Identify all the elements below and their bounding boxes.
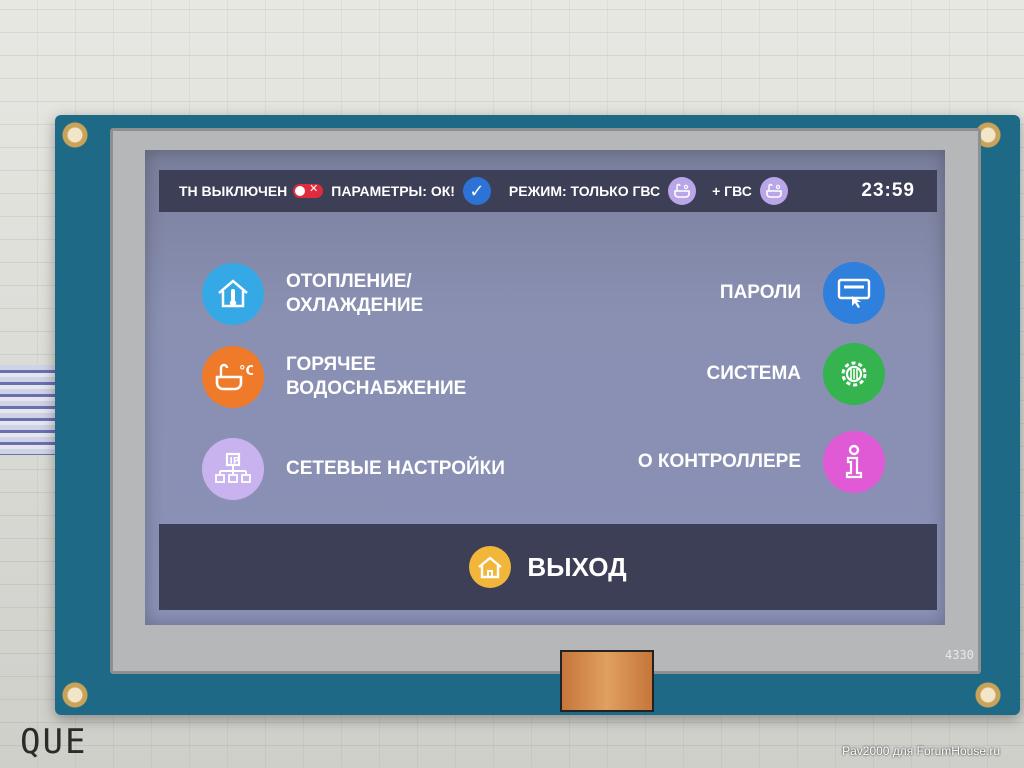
mounting-hole <box>973 680 1003 710</box>
lcd-screen: ТН ВЫКЛЮЧЕН ✕ ПАРАМЕТРЫ: ОК! ✓ РЕЖИМ: ТО… <box>145 150 945 625</box>
bath-temperature-icon: °C <box>202 346 264 408</box>
network-ip-icon: IP <box>202 438 264 500</box>
menu-hot-water[interactable]: °C ГОРЯЧЕЕ ВОДОСНАБЖЕНИЕ <box>202 346 466 408</box>
exit-button[interactable]: ВЫХОД <box>159 524 937 610</box>
menu-hot-water-label: ГОРЯЧЕЕ ВОДОСНАБЖЕНИЕ <box>286 354 467 399</box>
dhw-status: + ГВС <box>712 183 752 199</box>
svg-text:IP: IP <box>230 457 240 467</box>
mounting-hole <box>60 680 90 710</box>
bath-temperature-icon <box>759 177 788 205</box>
menu-system-label: СИСТЕМА <box>706 363 801 384</box>
flex-connector <box>560 650 654 712</box>
svg-text:°C: °C <box>239 364 253 379</box>
params-status: ПАРАМЕТРЫ: ОК! <box>331 183 455 199</box>
menu-about-label: О КОНТРОЛЛЕРЕ <box>637 451 801 472</box>
clock: 23:59 <box>861 180 915 201</box>
mode-status: РЕЖИМ: ТОЛЬКО ГВС <box>508 183 661 199</box>
heat-pump-status: ТН ВЫКЛЮЧЕН <box>179 183 288 199</box>
menu-heating-label: ОТОПЛЕНИЕ/ ОХЛАЖДЕНИЕ <box>286 271 424 316</box>
photo-credit: Pav2000 для ForumHouse.ru <box>842 744 1000 758</box>
bath-temperature-icon <box>668 177 697 205</box>
close-icon: ✕ <box>309 182 319 195</box>
menu-about[interactable]: О КОНТРОЛЛЕРЕ <box>638 431 885 493</box>
schematic-label: QUE <box>20 722 88 762</box>
home-exit-icon <box>469 546 512 588</box>
status-bar: ТН ВЫКЛЮЧЕН ✕ ПАРАМЕТРЫ: ОК! ✓ РЕЖИМ: ТО… <box>159 170 937 212</box>
heat-pump-toggle[interactable]: ✕ <box>293 182 324 198</box>
menu-system[interactable]: СИСТЕМА <box>707 343 885 405</box>
menu-passwords-label: ПАРОЛИ <box>719 282 801 303</box>
password-card-icon <box>823 262 885 324</box>
exit-label: ВЫХОД <box>527 551 627 582</box>
menu-network-label: СЕТЕВЫЕ НАСТРОЙКИ <box>286 458 505 479</box>
menu-passwords[interactable]: ПАРОЛИ <box>720 262 885 324</box>
house-thermometer-icon <box>202 263 264 325</box>
gear-chip-icon <box>823 343 885 405</box>
menu-heating[interactable]: ОТОПЛЕНИЕ/ ОХЛАЖДЕНИЕ <box>202 263 423 325</box>
info-icon <box>823 431 885 493</box>
check-icon: ✓ <box>462 177 491 205</box>
board-tag: 4330 <box>945 648 974 662</box>
menu-network[interactable]: IP СЕТЕВЫЕ НАСТРОЙКИ <box>202 438 505 500</box>
mounting-hole <box>60 120 90 150</box>
